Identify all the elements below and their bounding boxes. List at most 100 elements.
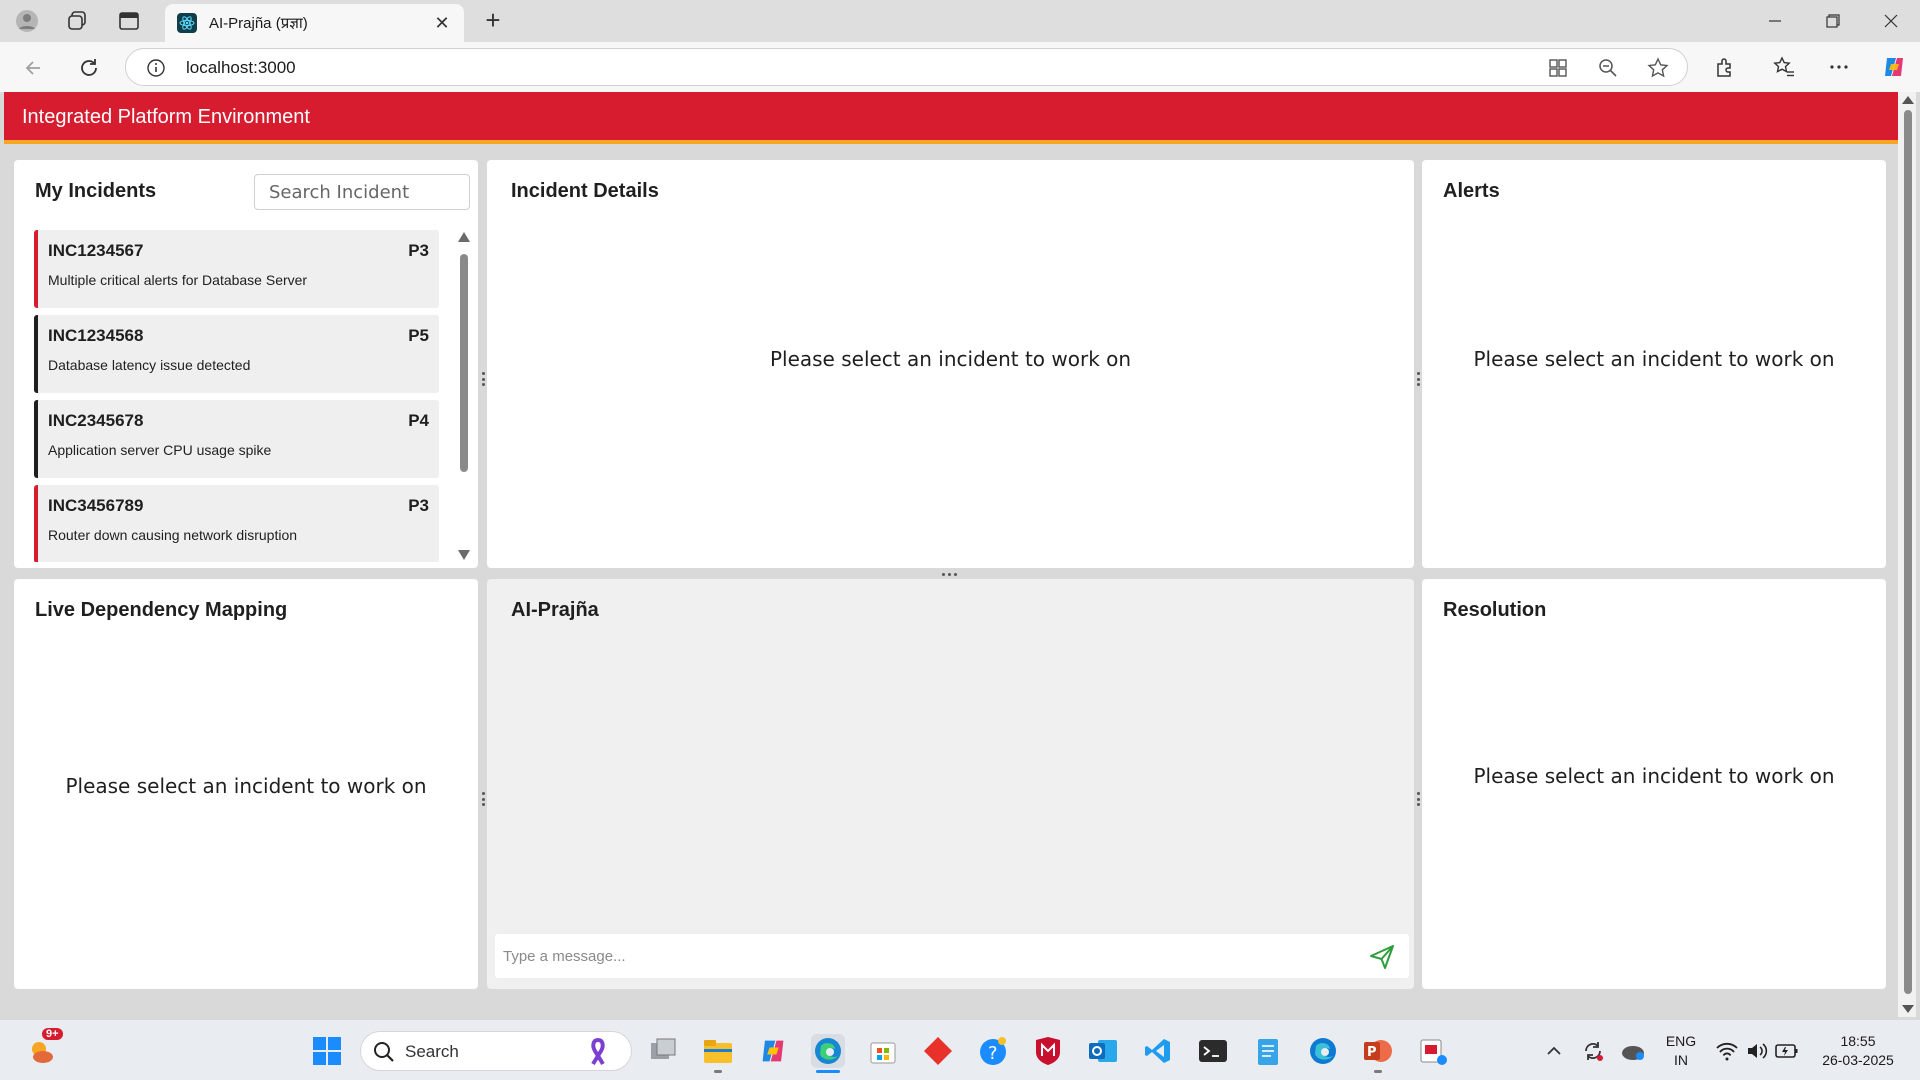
running-indicator <box>714 1070 722 1073</box>
vertical-tabs-icon[interactable] <box>116 8 142 34</box>
file-explorer-icon[interactable] <box>701 1034 735 1068</box>
extensions-icon[interactable] <box>1711 53 1739 81</box>
minimize-icon[interactable] <box>1752 8 1798 34</box>
resize-handle[interactable] <box>481 792 485 806</box>
incident-list-scrollbar[interactable] <box>458 232 470 560</box>
copilot-icon[interactable] <box>1880 53 1908 81</box>
incident-list[interactable]: INC1234567 P3 Multiple critical alerts f… <box>34 230 454 562</box>
dependency-mapping-placeholder: Please select an incident to work on <box>65 774 427 798</box>
incident-id: INC1234568 <box>48 326 144 345</box>
incident-description: Application server CPU usage spike <box>48 442 272 458</box>
react-favicon-icon <box>177 13 197 33</box>
incident-priority: P3 <box>408 496 429 515</box>
incident-description: Multiple critical alerts for Database Se… <box>48 272 308 288</box>
snipping-tool-icon[interactable] <box>1416 1034 1450 1068</box>
alerts-title: Alerts <box>1443 180 1500 202</box>
edge-browser-icon[interactable] <box>811 1034 845 1068</box>
app-header: Integrated Platform Environment <box>4 92 1900 144</box>
clock-time: 18:55 <box>1840 1033 1876 1049</box>
incident-details-placeholder: Please select an incident to work on <box>769 347 1132 371</box>
region-code: IN <box>1674 1052 1688 1068</box>
vscode-icon[interactable] <box>1141 1034 1175 1068</box>
wifi-icon[interactable] <box>1710 1034 1744 1068</box>
help-tips-icon[interactable]: ? <box>976 1034 1010 1068</box>
chat-message-input[interactable] <box>495 934 1355 978</box>
microsoft-store-icon[interactable] <box>866 1034 900 1068</box>
resize-handle[interactable] <box>1416 792 1420 806</box>
incident-card[interactable]: INC1234567 P3 Multiple critical alerts f… <box>34 230 439 308</box>
copilot-app-icon[interactable] <box>756 1034 790 1068</box>
page-scroll-up-icon[interactable] <box>1902 96 1914 104</box>
site-info-icon[interactable] <box>144 56 168 80</box>
onedrive-status-icon[interactable] <box>1616 1034 1650 1068</box>
my-incidents-panel: My Incidents INC1234567 P3 Multiple crit… <box>14 160 478 568</box>
active-app-indicator <box>816 1070 840 1073</box>
tab-ai-prajna[interactable]: AI-Prajña (प्रज्ञा) ✕ <box>165 4 464 42</box>
scroll-up-icon[interactable] <box>458 232 470 242</box>
incident-priority: P3 <box>408 241 429 260</box>
page-scroll-thumb[interactable] <box>1904 110 1912 994</box>
resolution-placeholder: Please select an incident to work on <box>1473 764 1835 788</box>
incident-description: Database latency issue detected <box>48 357 251 373</box>
address-bar[interactable]: localhost:3000 <box>125 48 1688 86</box>
terminal-icon[interactable] <box>1196 1034 1230 1068</box>
resize-handle[interactable] <box>481 372 485 386</box>
incident-id: INC1234567 <box>48 241 144 260</box>
incident-priority: P5 <box>408 326 429 345</box>
incident-card[interactable]: INC1234568 P5 Database latency issue det… <box>34 315 439 393</box>
ai-prajna-chat-panel: AI-Prajña <box>487 579 1414 989</box>
show-hidden-icons-chevron-icon[interactable] <box>1537 1034 1571 1068</box>
sync-icon[interactable] <box>1576 1034 1610 1068</box>
powerpoint-icon[interactable]: P <box>1361 1034 1395 1068</box>
more-options-icon[interactable] <box>1825 53 1853 81</box>
notepad-icon[interactable] <box>1251 1034 1285 1068</box>
page-scroll-down-icon[interactable] <box>1902 1005 1914 1013</box>
red-diamond-app-icon[interactable] <box>921 1034 955 1068</box>
scroll-thumb[interactable] <box>460 254 468 472</box>
svg-text:P: P <box>1367 1045 1377 1060</box>
incident-card[interactable]: INC2345678 P4 Application server CPU usa… <box>34 400 439 478</box>
zoom-out-icon[interactable] <box>1596 56 1620 80</box>
workspaces-icon[interactable] <box>64 8 90 34</box>
new-tab-button[interactable]: + <box>478 6 508 36</box>
refresh-icon[interactable] <box>75 54 103 82</box>
close-window-icon[interactable] <box>1868 8 1914 34</box>
clock[interactable]: 18:55 26-03-2025 <box>1808 1032 1908 1070</box>
start-windows-icon[interactable] <box>310 1034 344 1068</box>
task-view-icon[interactable] <box>646 1034 680 1068</box>
incident-id: INC3456789 <box>48 496 144 515</box>
weather-badge: 9+ <box>42 1028 63 1040</box>
battery-icon[interactable] <box>1770 1034 1804 1068</box>
edge-dev-icon[interactable] <box>1306 1034 1340 1068</box>
profile-icon[interactable] <box>14 8 40 34</box>
alerts-placeholder: Please select an incident to work on <box>1473 347 1835 371</box>
incident-priority: P4 <box>408 411 429 430</box>
taskbar-search-box[interactable]: Search <box>360 1031 632 1071</box>
clock-date: 26-03-2025 <box>1822 1052 1894 1068</box>
tab-close-icon[interactable]: ✕ <box>432 13 452 34</box>
send-icon[interactable] <box>1367 942 1397 972</box>
weather-icon[interactable]: 9+ <box>24 1028 63 1068</box>
outlook-icon[interactable] <box>1086 1034 1120 1068</box>
back-icon[interactable] <box>20 54 48 82</box>
app-available-icon[interactable] <box>1546 56 1570 80</box>
favorites-icon[interactable] <box>1770 53 1798 81</box>
resize-handle[interactable] <box>1416 372 1420 386</box>
volume-icon[interactable] <box>1740 1034 1774 1068</box>
incident-card[interactable]: INC3456789 P3 Router down causing networ… <box>34 485 439 562</box>
search-incident-input[interactable] <box>254 174 470 210</box>
language-indicator[interactable]: ENG IN <box>1663 1032 1699 1070</box>
scroll-down-icon[interactable] <box>458 550 470 560</box>
page-scrollbar[interactable] <box>1898 92 1916 1017</box>
url-text[interactable]: localhost:3000 <box>186 58 296 78</box>
awareness-ribbon-icon <box>591 1038 605 1066</box>
favorite-star-icon[interactable] <box>1646 56 1670 80</box>
resize-handle-horizontal[interactable] <box>942 573 957 576</box>
dependency-mapping-panel: Live Dependency Mapping Please select an… <box>14 579 478 989</box>
page-viewport: Integrated Platform Environment My Incid… <box>4 92 1900 1017</box>
incident-id: INC2345678 <box>48 411 144 430</box>
restore-icon[interactable] <box>1810 8 1856 34</box>
tab-title: AI-Prajña (प्रज्ञा) <box>209 15 308 32</box>
incident-description: Router down causing network disruption <box>48 527 298 543</box>
mcafee-icon[interactable] <box>1031 1034 1065 1068</box>
